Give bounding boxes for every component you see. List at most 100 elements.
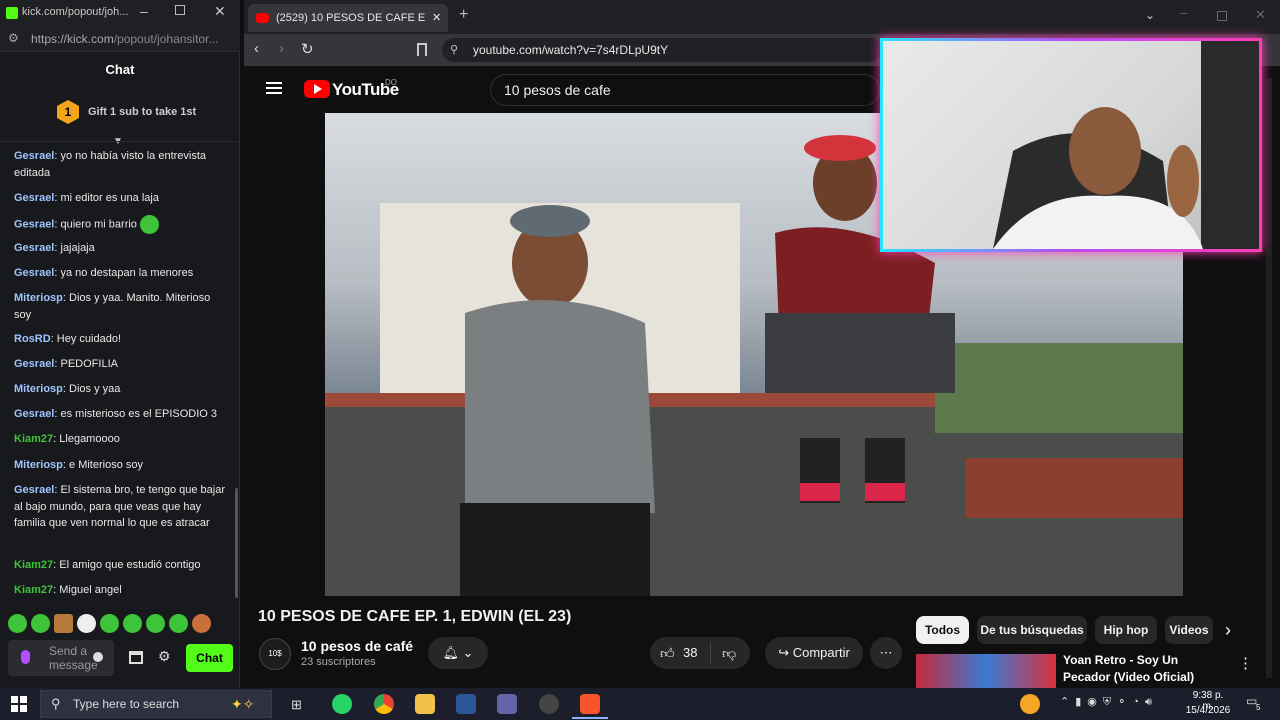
- kick-address-bar[interactable]: ⚙ https://kick.com/popout/johansitor...: [0, 26, 240, 52]
- chat-username[interactable]: Kiam27: [14, 433, 53, 445]
- chat-text: es misterioso es el EPISODIO 3: [60, 408, 218, 420]
- bookmark-icon[interactable]: [417, 43, 427, 56]
- webcam-overlay: [880, 38, 1262, 252]
- menu-icon[interactable]: [266, 82, 282, 84]
- browser-minimize-icon[interactable]: –: [1180, 5, 1187, 20]
- youtube-logo-icon[interactable]: [304, 80, 330, 98]
- rec-title[interactable]: Yoan Retro - Soy Un Pecador (Video Ofici…: [1063, 652, 1228, 686]
- chat-username[interactable]: Miteriosp: [14, 383, 63, 395]
- youtube-search-input[interactable]: 10 pesos de cafe: [490, 74, 880, 106]
- taskbar-search[interactable]: ⚲ Type here to search ✦✧: [40, 690, 272, 718]
- emote-icon[interactable]: [54, 614, 73, 633]
- task-view-icon[interactable]: ⊞: [291, 697, 302, 713]
- chat-message: Miteriosp: e Miterioso soy: [14, 459, 144, 471]
- new-tab-icon[interactable]: +: [459, 6, 468, 24]
- chat-username[interactable]: Gesrael: [14, 267, 54, 279]
- person-left-shirt: [465, 300, 655, 523]
- chat-message: Gesrael: PEDOFILIA: [14, 358, 118, 370]
- kick-url-host: https://kick.com: [31, 32, 114, 46]
- notification-bell-button[interactable]: 🔔︎ ⌄: [428, 637, 488, 669]
- clock-date[interactable]: 15/4/2026: [1184, 705, 1232, 716]
- emote-icon[interactable]: [192, 614, 211, 633]
- chat-username[interactable]: Miteriosp: [14, 459, 63, 471]
- more-horizontal-icon: ⋯: [879, 645, 893, 660]
- like-icon[interactable]: 👍︎: [660, 637, 675, 669]
- chat-username[interactable]: Gesrael: [14, 358, 54, 370]
- maximize-icon[interactable]: [175, 5, 185, 15]
- forward-icon[interactable]: ›: [279, 40, 284, 57]
- share-button[interactable]: ↪ Compartir: [765, 637, 863, 669]
- chat-username[interactable]: Gesrael: [14, 150, 54, 162]
- microphone-icon[interactable]: [21, 650, 30, 664]
- close-tab-icon[interactable]: ✕: [432, 4, 441, 32]
- chip-todos[interactable]: Todos: [916, 616, 969, 644]
- address-bar[interactable]: ⚲ youtube.com/watch?v=7s4rDLpU9tY: [442, 38, 882, 62]
- chip-hip-hop[interactable]: Hip hop: [1095, 616, 1157, 644]
- browser-maximize-icon[interactable]: [1217, 11, 1227, 21]
- chips-next-icon[interactable]: ›: [1225, 620, 1231, 641]
- chat-message: Gesrael: mi editor es una laja: [14, 192, 159, 204]
- channel-avatar[interactable]: 10$: [259, 638, 291, 670]
- close-icon[interactable]: ✕: [214, 3, 226, 20]
- emote-icon[interactable]: [8, 614, 27, 633]
- chat-username[interactable]: Kiam27: [14, 584, 53, 596]
- browser-tab[interactable]: (2529) 10 PESOS DE CAFE EP. 1, E ✕: [248, 4, 448, 32]
- chat-username[interactable]: Gesrael: [14, 242, 54, 254]
- tab-list-chevron-icon[interactable]: ⌄: [1145, 8, 1155, 22]
- site-settings-icon[interactable]: ⚙: [8, 31, 19, 45]
- reload-icon[interactable]: ↻: [301, 40, 314, 58]
- page-scrollbar[interactable]: [1266, 78, 1272, 678]
- chip-de-tus-busquedas[interactable]: De tus búsquedas: [977, 616, 1087, 644]
- back-icon[interactable]: ‹: [254, 40, 259, 57]
- word-icon[interactable]: [456, 694, 476, 714]
- video-title: 10 PESOS DE CAFE EP. 1, EDWIN (EL 23): [258, 608, 572, 625]
- more-actions-button[interactable]: ⋯: [870, 637, 902, 669]
- browser-close-icon[interactable]: ✕: [1255, 7, 1266, 23]
- gift-sub-banner[interactable]: 1 Gift 1 sub to take 1st ▼: [0, 88, 240, 147]
- teams-icon[interactable]: [497, 694, 517, 714]
- send-chat-button[interactable]: Chat: [186, 644, 233, 672]
- chat-username[interactable]: RosRD: [14, 333, 51, 345]
- settings-gear-icon[interactable]: ⚙: [158, 648, 171, 665]
- chrome-icon[interactable]: [374, 694, 394, 714]
- emote-icon[interactable]: [169, 614, 188, 633]
- system-tray-icons[interactable]: ⌃▮◉⛨⚬◔🔊︎: [1060, 695, 1158, 709]
- rec-thumbnail[interactable]: [916, 654, 1056, 688]
- minimize-icon[interactable]: –: [140, 3, 148, 19]
- emote-icon[interactable]: [146, 614, 165, 633]
- chat-message: RosRD: Hey cuidado!: [14, 333, 122, 345]
- chat-username[interactable]: Gesrael: [14, 408, 54, 420]
- emote-icon[interactable]: [100, 614, 119, 633]
- kick-url-path: /popout/johansitor...: [113, 32, 219, 46]
- chat-username[interactable]: Miteriosp: [14, 292, 63, 304]
- emote-icon[interactable]: [123, 614, 142, 633]
- file-explorer-icon[interactable]: [415, 694, 435, 714]
- whatsapp-icon[interactable]: [332, 694, 352, 714]
- chip-videos[interactable]: Videos: [1165, 616, 1213, 644]
- rec-more-icon[interactable]: ⋮: [1238, 654, 1253, 672]
- search-icon: ⚲: [51, 696, 61, 711]
- chat-username[interactable]: Gesrael: [14, 192, 54, 204]
- chat-message-input[interactable]: Send a message: [8, 640, 114, 676]
- chat-username[interactable]: Gesrael: [14, 484, 54, 496]
- windows-start-icon[interactable]: [11, 696, 27, 712]
- sneaker-sole-right: [865, 483, 905, 501]
- chat-scrollbar[interactable]: [235, 488, 238, 598]
- weather-icon[interactable]: [1020, 694, 1040, 714]
- kick-chat-window: kick.com/popout/joh... – ✕ ⚙ https://kic…: [0, 0, 240, 688]
- emoji-icon[interactable]: [93, 652, 103, 662]
- site-info-icon[interactable]: ⚲: [450, 38, 458, 62]
- chat-message: Gesrael: El sistema bro, te tengo que ba…: [14, 484, 225, 529]
- store-icon[interactable]: [129, 651, 143, 664]
- chat-username[interactable]: Kiam27: [14, 559, 53, 571]
- dislike-icon[interactable]: 👎︎: [722, 637, 736, 669]
- obs-icon[interactable]: [539, 694, 559, 714]
- chat-text: Miguel angel: [59, 584, 122, 596]
- kick-window-title: kick.com/popout/joh...: [22, 6, 129, 18]
- channel-name[interactable]: 10 pesos de café: [301, 638, 413, 654]
- like-count[interactable]: 38: [683, 637, 697, 669]
- chat-username[interactable]: Gesrael: [14, 218, 54, 230]
- emote-icon[interactable]: [31, 614, 50, 633]
- brave-icon[interactable]: [580, 694, 600, 714]
- emote-icon[interactable]: [77, 614, 96, 633]
